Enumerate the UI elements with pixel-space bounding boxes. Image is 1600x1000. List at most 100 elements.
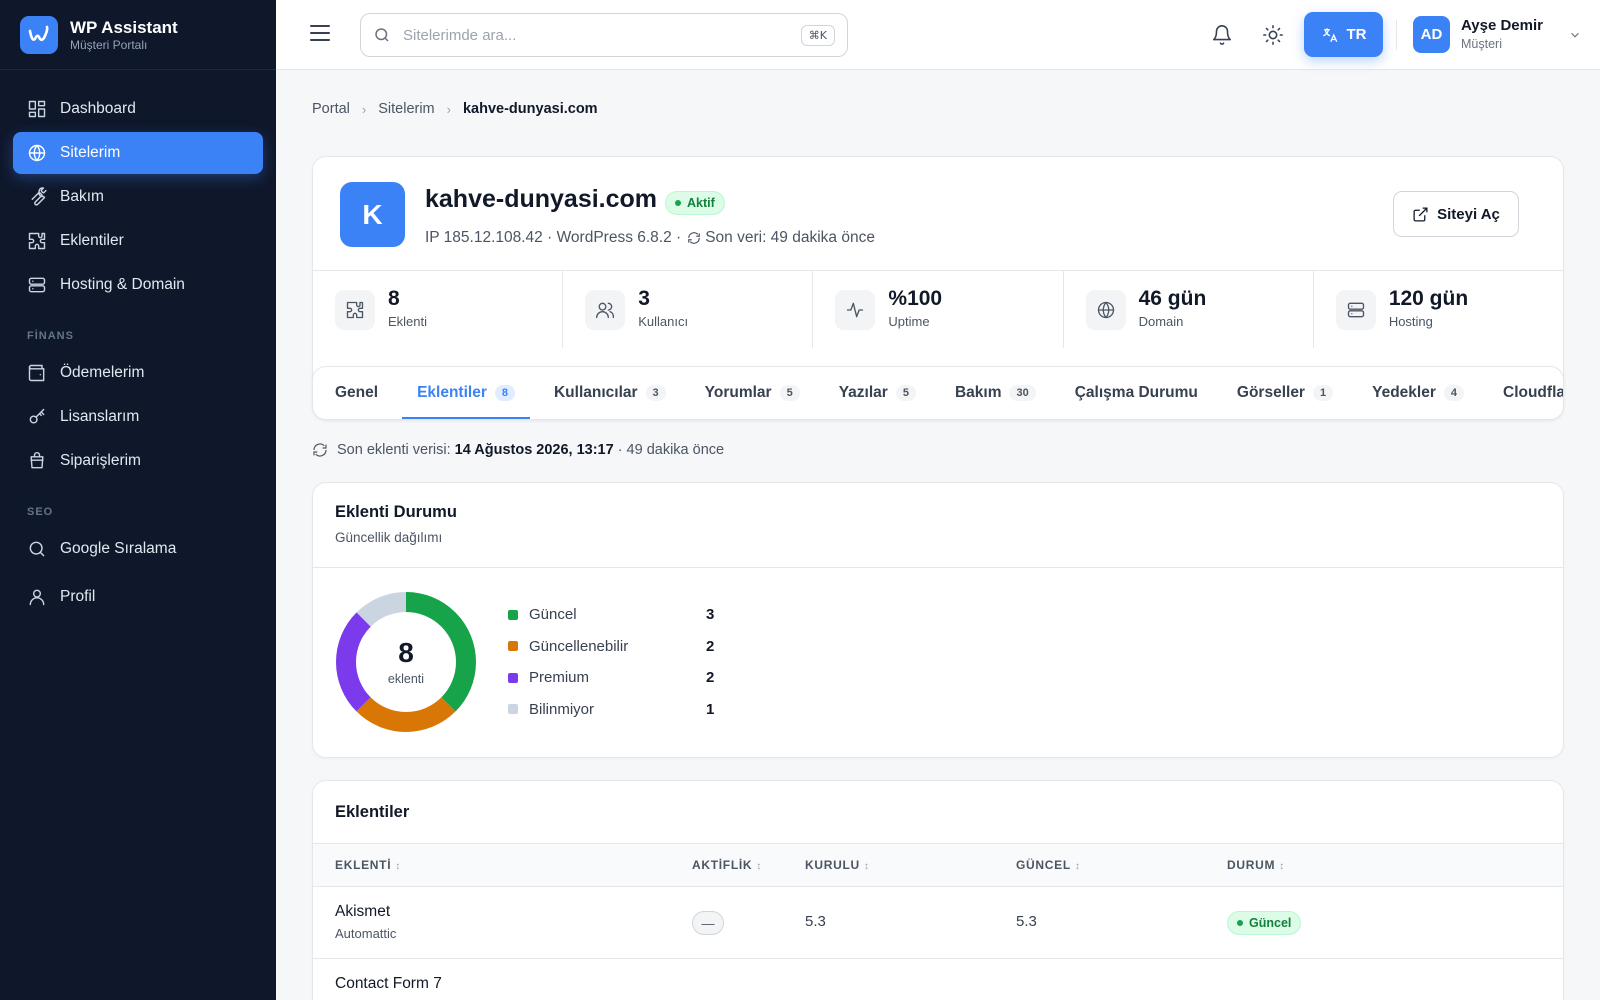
breadcrumb-current: kahve-dunyasi.com: [462, 101, 598, 117]
puzzle-icon: [28, 232, 46, 250]
tab-label: Görseller: [1236, 384, 1305, 401]
stat-hosting: 120 gün Hosting: [1314, 271, 1563, 348]
sidebar-item-label: Sitelerim: [60, 144, 121, 161]
status-badge: Aktif: [665, 191, 725, 215]
installed-version: 5.3: [805, 913, 826, 930]
users-icon: [585, 290, 626, 330]
site-meta: IP 185.12.108.42 · WordPress 6.8.2 · Son…: [425, 229, 875, 247]
sidebar-item-lisanslarim[interactable]: Lisanslarım: [13, 396, 263, 438]
sidebar-item-bakim[interactable]: Bakım: [13, 176, 263, 218]
card-divider: [313, 567, 1563, 568]
shopping-bag-icon: [30, 451, 44, 469]
legend-count: 3: [706, 606, 715, 624]
tab-yedekler[interactable]: Yedekler 4: [1372, 367, 1464, 419]
open-site-label: Siteyi Aç: [1437, 205, 1500, 223]
tab-yazilar[interactable]: Yazılar 5: [839, 367, 916, 419]
tab-count: 1: [1312, 385, 1334, 401]
server-icon: [28, 277, 46, 293]
globe-icon: [28, 144, 46, 162]
stat-value: %100: [888, 287, 943, 310]
tab-label: Yorumlar: [704, 384, 772, 401]
plugins-table-card: Eklentiler EKLENTİ ↕ AKTİFLİK ↕ KURULU ↕ GÜ…: [312, 780, 1564, 1000]
tab-label: Yedekler: [1372, 384, 1436, 401]
donut-total: 8: [398, 637, 414, 668]
sidebar-item-odemelerim[interactable]: Ödemelerim: [13, 352, 263, 394]
tab-count: 8: [494, 385, 515, 401]
bell-icon[interactable]: [1211, 24, 1233, 46]
refresh-icon[interactable]: [312, 442, 328, 458]
stat-eklenti: 8 Eklenti: [313, 271, 564, 348]
column-header-durum[interactable]: DURUM ↕: [1227, 858, 1284, 872]
tab-yorumlar[interactable]: Yorumlar 5: [705, 367, 800, 419]
sidebar-item-siparislerim[interactable]: Siparişlerim: [13, 440, 263, 482]
breadcrumb-sitelerim[interactable]: Sitelerim: [378, 101, 434, 117]
sidebar-nav: Dashboard Sitelerim Bakım Eklentiler Hos…: [0, 70, 276, 638]
status-badge-label: Güncel: [1249, 916, 1292, 930]
legend-swatch: [508, 609, 518, 620]
tab-calisma-durumu[interactable]: Çalışma Durumu: [1075, 367, 1198, 419]
plugin-name: Contact Form 7: [335, 975, 442, 992]
column-header-aktiflik[interactable]: AKTİFLİK ↕: [692, 858, 761, 872]
donut-center: 8 eklenti: [335, 591, 477, 733]
last-data-prefix: Son eklenti verisi:: [337, 442, 451, 458]
status-badge: Güncel: [1227, 911, 1302, 935]
tab-label: Eklentiler: [417, 384, 487, 401]
brand-title: WP Assistant: [70, 17, 178, 37]
site-stats: 8 Eklenti 3 Kullanıcı %100 Uptime 46 gün…: [313, 270, 1563, 348]
stat-uptime: %100 Uptime: [813, 271, 1064, 348]
sidebar-item-label: Dashboard: [60, 100, 136, 117]
site-avatar: K: [340, 182, 405, 247]
tab-count: 5: [895, 385, 916, 401]
activity-toggle[interactable]: —: [692, 911, 724, 935]
user-role: Müşteri: [1461, 37, 1502, 51]
site-meta-info: IP 185.12.108.42 · WordPress 6.8.2 ·: [425, 229, 682, 246]
open-site-button[interactable]: Siteyi Aç: [1393, 191, 1519, 237]
search-box: ⌘K: [360, 13, 848, 57]
legend-swatch: [508, 641, 518, 652]
sun-icon[interactable]: [1262, 24, 1284, 46]
table-row[interactable]: Contact Form 7: [313, 959, 1563, 1000]
sidebar-item-label: Bakım: [60, 188, 104, 205]
tab-count: 5: [779, 385, 800, 401]
tab-cloudflare[interactable]: Cloudflare: [1503, 367, 1563, 419]
server-icon: [1335, 290, 1376, 330]
breadcrumb-portal[interactable]: Portal: [312, 101, 350, 117]
stat-value: 46 gün: [1138, 287, 1207, 310]
tab-kullanicilar[interactable]: Kullanıcılar 3: [554, 367, 666, 419]
avatar[interactable]: AD: [1413, 16, 1450, 53]
search-input[interactable]: [403, 26, 801, 44]
card-title: Eklentiler: [335, 803, 410, 821]
chevron-down-icon[interactable]: [1568, 28, 1582, 42]
sidebar-item-google-siralama[interactable]: Google Sıralama: [13, 528, 263, 570]
search-shortcut: ⌘K: [800, 24, 835, 46]
legend-count: 2: [706, 669, 715, 687]
stat-value: 120 gün: [1388, 287, 1469, 310]
legend-swatch: [508, 704, 518, 715]
tab-label: Kullanıcılar: [553, 384, 638, 401]
plugin-author: Automattic: [335, 926, 397, 941]
column-header-kurulu[interactable]: KURULU ↕: [805, 858, 869, 872]
column-header-guncel[interactable]: GÜNCEL ↕: [1016, 858, 1080, 872]
sidebar-item-sitelerim[interactable]: Sitelerim: [13, 132, 263, 174]
tab-gorseller[interactable]: Görseller 1: [1236, 367, 1334, 419]
language-button[interactable]: TR: [1304, 12, 1383, 57]
sidebar-item-hosting-domain[interactable]: Hosting & Domain: [13, 264, 263, 306]
tab-eklentiler[interactable]: Eklentiler 8: [402, 367, 530, 419]
sidebar-item-eklentiler[interactable]: Eklentiler: [13, 220, 263, 262]
sidebar-item-profil[interactable]: Profil: [13, 576, 263, 618]
sidebar-item-label: Google Sıralama: [60, 540, 177, 557]
wrench-icon: [31, 187, 47, 206]
tab-bakim[interactable]: Bakım 30: [955, 367, 1036, 419]
table-row[interactable]: Akismet Automattic — 5.3 5.3 Güncel: [313, 887, 1563, 959]
sidebar: WP Assistant Müşteri Portalı Dashboard S…: [0, 0, 276, 1000]
column-header-eklenti[interactable]: EKLENTİ ↕: [335, 858, 400, 872]
last-data-suffix: · 49 dakika önce: [617, 442, 725, 458]
stat-label: Eklenti: [388, 314, 428, 329]
menu-toggle-icon[interactable]: [310, 25, 330, 43]
sidebar-item-dashboard[interactable]: Dashboard: [13, 88, 263, 130]
table-header: EKLENTİ ↕ AKTİFLİK ↕ KURULU ↕ GÜNCEL ↕ DURUM…: [313, 843, 1563, 887]
tab-genel[interactable]: Genel: [335, 367, 378, 419]
plugin-name: Akismet: [335, 903, 391, 920]
user-name[interactable]: Ayşe Demir: [1461, 17, 1543, 34]
status-badge-label: Aktif: [687, 196, 715, 210]
